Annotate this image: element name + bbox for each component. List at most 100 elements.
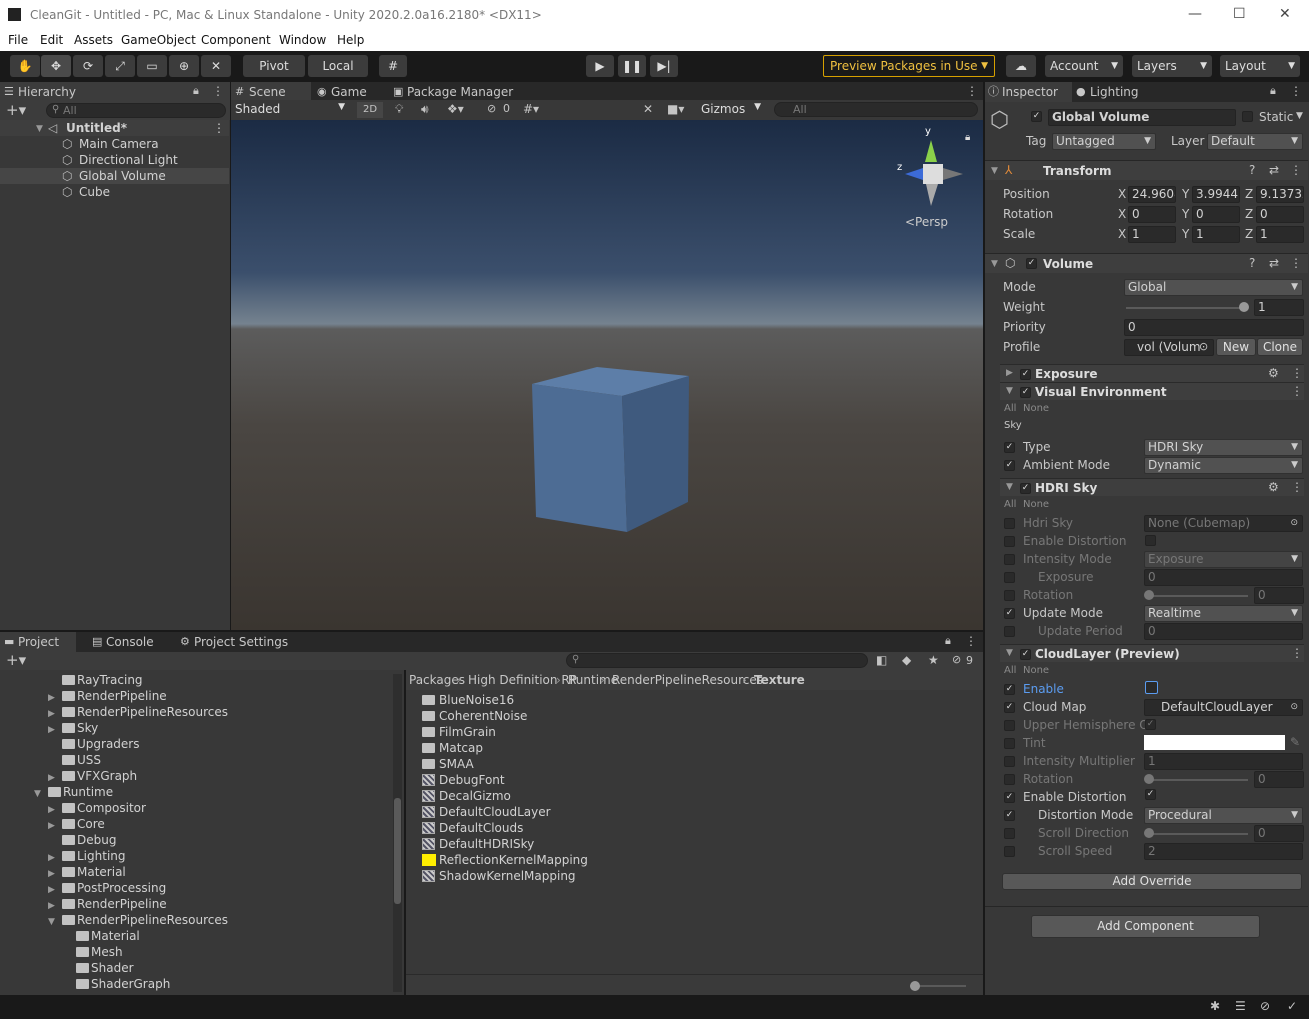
minimize-button[interactable]: —	[1188, 6, 1202, 22]
cloud-rotation-slider-knob[interactable]	[1144, 774, 1154, 784]
tree-folder-row[interactable]: ▶ Lighting	[0, 848, 392, 864]
kebab-menu-icon[interactable]: ⋮	[1290, 84, 1302, 98]
scroll-direction-override-checkbox[interactable]	[1004, 828, 1015, 839]
file-item[interactable]: DecalGizmo	[422, 788, 722, 804]
object-picker-icon[interactable]: ⊙	[1199, 340, 1208, 353]
file-item[interactable]: Matcap	[422, 740, 722, 756]
zoom-slider-knob[interactable]	[910, 981, 920, 991]
help-icon[interactable]: ?	[1249, 256, 1255, 270]
tree-scrollbar-thumb[interactable]	[394, 798, 401, 904]
gizmos-dropdown[interactable]: Gizmos ▼	[701, 102, 765, 116]
none-button[interactable]: None	[1023, 403, 1049, 414]
cloud-map-override-checkbox[interactable]: ✓	[1004, 702, 1015, 713]
enable-distortion-checkbox[interactable]	[1145, 535, 1156, 546]
distortion-mode-dropdown[interactable]: Procedural ▼	[1144, 807, 1303, 824]
tree-folder-row[interactable]: ▶ RenderPipelineResources	[0, 704, 392, 720]
new-profile-button[interactable]: New	[1216, 338, 1256, 356]
all-button[interactable]: All	[1004, 499, 1016, 510]
file-item[interactable]: SMAA	[422, 756, 722, 772]
scale-x-field[interactable]: 1	[1128, 226, 1176, 243]
update-period-override-checkbox[interactable]	[1004, 626, 1015, 637]
weight-field[interactable]: 1	[1254, 299, 1304, 316]
object-name-field[interactable]: Global Volume	[1048, 109, 1236, 126]
kebab-menu-icon[interactable]: ⋮	[966, 84, 978, 98]
scroll-direction-slider-knob[interactable]	[1144, 828, 1154, 838]
file-item[interactable]: BlueNoise16	[422, 692, 722, 708]
lock-icon[interactable]: 🔒︎	[1270, 84, 1276, 98]
progress-check-icon[interactable]: ✓	[1287, 999, 1297, 1013]
menu-component[interactable]: Component	[201, 33, 271, 47]
exposure-override-header[interactable]: ▶ ✓ Exposure ⚙ ⋮	[1000, 364, 1304, 382]
kebab-menu-icon[interactable]: ⋮	[1291, 480, 1303, 494]
update-mode-dropdown[interactable]: Realtime ▼	[1144, 605, 1303, 622]
tint-color-swatch[interactable]	[1144, 735, 1285, 750]
sky-type-dropdown[interactable]: HDRI Sky ▼	[1144, 439, 1303, 456]
collapse-arrow-icon[interactable]: ▼	[1006, 648, 1013, 658]
rotation-slider-knob[interactable]	[1144, 590, 1154, 600]
tag-dropdown[interactable]: Untagged ▼	[1052, 133, 1156, 150]
scene-viewport[interactable]: y z 🔒︎ <Persp	[231, 120, 983, 630]
position-z-field[interactable]: 9.13732	[1256, 186, 1304, 203]
project-search-input[interactable]	[566, 653, 868, 668]
weight-slider-knob[interactable]	[1239, 302, 1249, 312]
cloud-rotation-override-checkbox[interactable]	[1004, 774, 1015, 785]
cloud-distortion-override-checkbox[interactable]: ✓	[1004, 792, 1015, 803]
distortion-mode-override-checkbox[interactable]: ✓	[1004, 810, 1015, 821]
transform-tool-icon[interactable]: ⊕	[169, 55, 199, 77]
tools-icon[interactable]: ✕	[643, 102, 653, 116]
rotation-slider[interactable]	[1148, 595, 1248, 597]
custom-tool-icon[interactable]: ✕	[201, 55, 231, 77]
cloud-icon[interactable]: ☁	[1006, 55, 1036, 77]
cloudlayer-header[interactable]: ▼ ✓ CloudLayer (Preview) ⋮	[1000, 644, 1304, 662]
tree-folder-row[interactable]: USS	[0, 752, 392, 768]
cloudlayer-enabled-checkbox[interactable]: ✓	[1020, 649, 1031, 660]
hdri-sky-header[interactable]: ▼ ✓ HDRI Sky ⚙ ⋮	[1000, 478, 1304, 496]
position-x-field[interactable]: 24.9608	[1128, 186, 1176, 203]
rotation-override-checkbox[interactable]	[1004, 590, 1015, 601]
tree-folder-row[interactable]: Upgraders	[0, 736, 392, 752]
persp-label[interactable]: <Persp	[905, 215, 948, 229]
all-button[interactable]: All	[1004, 665, 1016, 676]
enable-override-checkbox[interactable]: ✓	[1004, 684, 1015, 695]
tree-folder-row[interactable]: ▶ VFXGraph	[0, 768, 392, 784]
ambient-override-checkbox[interactable]: ✓	[1004, 460, 1015, 471]
file-item[interactable]: DebugFont	[422, 772, 722, 788]
kebab-menu-icon[interactable]: ⋮	[965, 634, 977, 648]
scroll-speed-field[interactable]: 2	[1144, 843, 1303, 860]
tree-folder-row[interactable]: ShaderGraph	[0, 976, 392, 992]
layers-dropdown[interactable]: Layers ▼	[1132, 55, 1212, 77]
intensity-mode-override-checkbox[interactable]	[1004, 554, 1015, 565]
enable-checkbox[interactable]	[1145, 681, 1158, 694]
exposure-field[interactable]: 0	[1144, 569, 1303, 586]
hierarchy-item-global-volume[interactable]: ⬡ Global Volume	[0, 168, 229, 184]
add-icon[interactable]: +▾	[6, 651, 26, 669]
tint-override-checkbox[interactable]	[1004, 738, 1015, 749]
rotation-y-field[interactable]: 0	[1192, 206, 1240, 223]
favorite-star-icon[interactable]: ★	[928, 653, 939, 667]
tree-folder-row[interactable]: Debug	[0, 832, 392, 848]
menu-file[interactable]: File	[8, 33, 28, 47]
debug-icon[interactable]: ✱	[1210, 999, 1220, 1013]
menu-window[interactable]: Window	[279, 33, 326, 47]
preview-packages-button[interactable]: Preview Packages in Use ▼	[823, 55, 995, 77]
maximize-button[interactable]: ☐	[1233, 6, 1246, 22]
tree-folder-row[interactable]: ▶ Compositor	[0, 800, 392, 816]
settings-icon[interactable]: ⚙	[1268, 366, 1279, 380]
hdri-enabled-checkbox[interactable]: ✓	[1020, 483, 1031, 494]
help-icon[interactable]: ?	[1249, 163, 1255, 177]
file-item[interactable]: ReflectionKernelMapping	[422, 852, 722, 868]
preset-icon[interactable]: ⇄	[1269, 163, 1279, 177]
tree-folder-row[interactable]: ▶ RenderPipeline	[0, 896, 392, 912]
audio-toggle-icon[interactable]: 🔊︎	[421, 102, 429, 117]
layout-dropdown[interactable]: Layout ▼	[1220, 55, 1300, 77]
tab-lighting[interactable]: ● Lighting	[1072, 82, 1152, 102]
filter-label-icon[interactable]: ◆	[902, 653, 911, 667]
tree-folder-row[interactable]: Material	[0, 928, 392, 944]
rotate-tool-icon[interactable]: ⟳	[73, 55, 103, 77]
tree-folder-row[interactable]: Mesh	[0, 944, 392, 960]
kebab-menu-icon[interactable]: ⋮	[1290, 256, 1302, 270]
hierarchy-item-directional-light[interactable]: ⬡ Directional Light	[0, 152, 229, 168]
collapse-arrow-icon[interactable]: ▼	[1006, 386, 1013, 396]
settings-icon[interactable]: ⚙	[1268, 480, 1279, 494]
kebab-menu-icon[interactable]: ⋮	[1291, 384, 1303, 398]
